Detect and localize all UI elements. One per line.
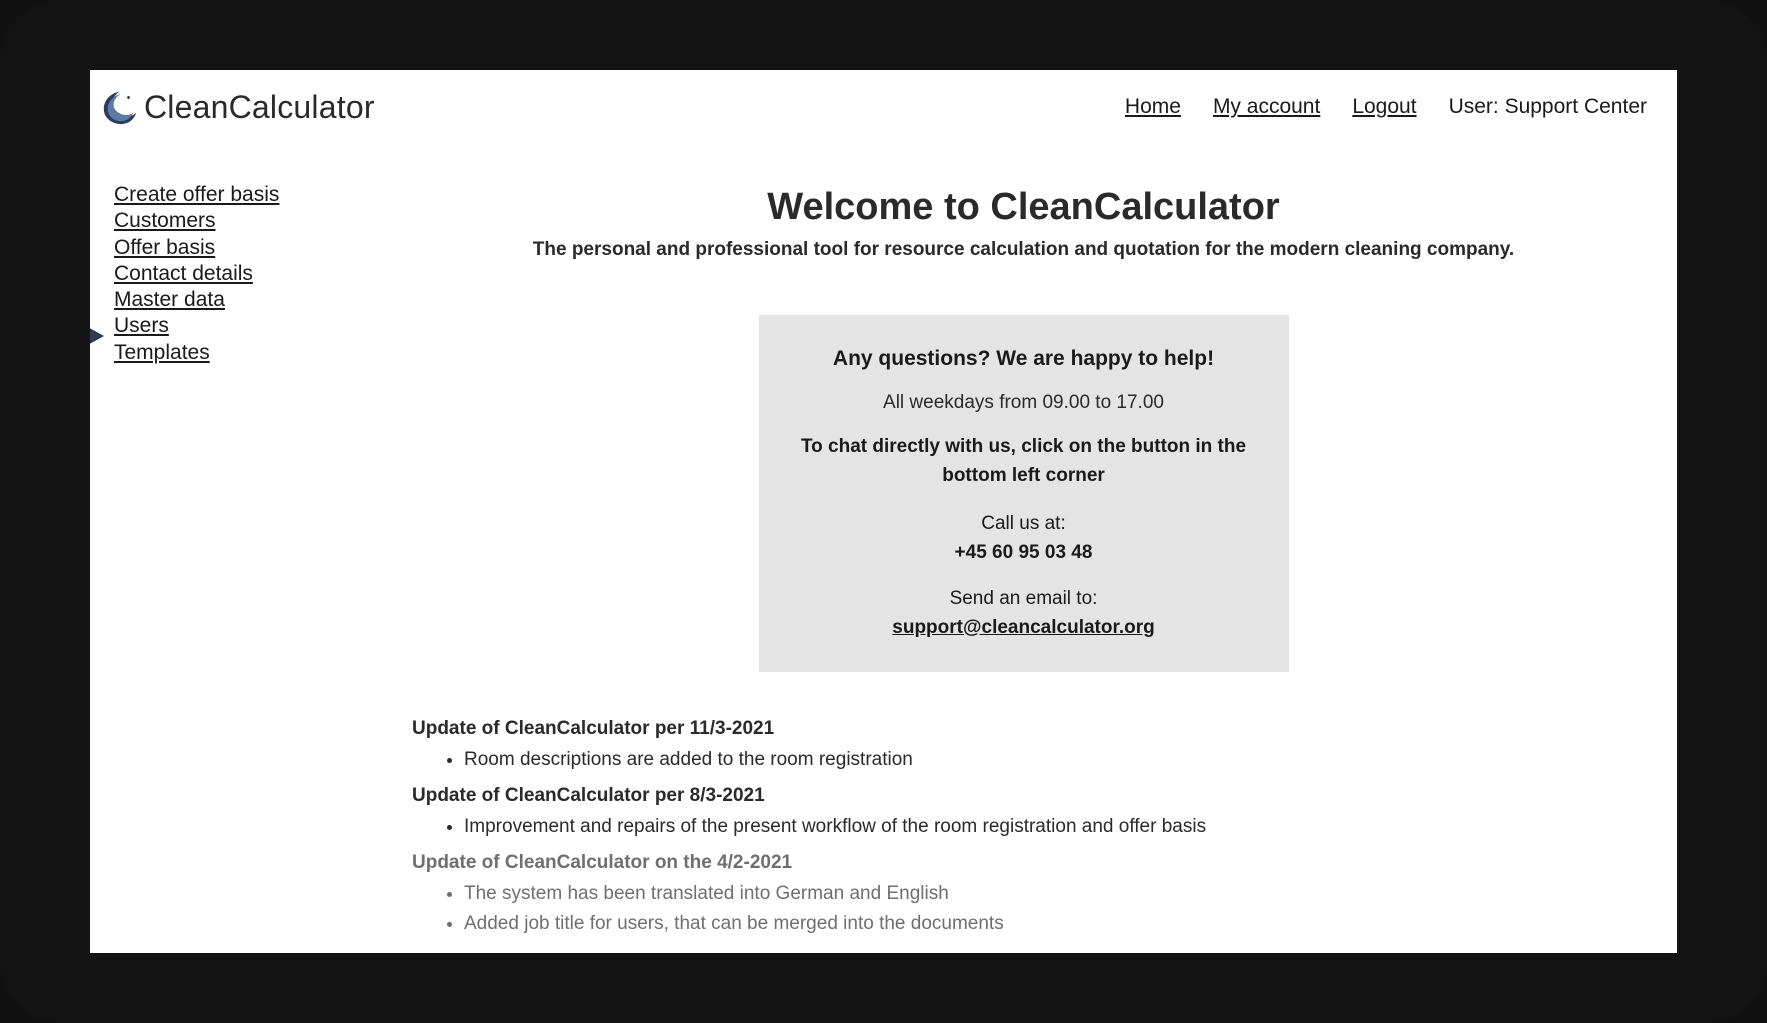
page-title: Welcome to CleanCalculator [410, 186, 1637, 229]
brand-logo-icon [100, 88, 138, 126]
help-hours: All weekdays from 09.00 to 17.00 [787, 389, 1261, 418]
sidebar-item-users[interactable]: Users [114, 313, 169, 339]
help-call-label: Call us at: [787, 510, 1261, 539]
main-content: Welcome to CleanCalculator The personal … [340, 182, 1677, 944]
help-email-link[interactable]: support@cleancalculator.org [892, 617, 1154, 638]
user-label: User: Support Center [1449, 95, 1647, 119]
updates-list: Update of CleanCalculator per 11/3-2021 … [410, 714, 1637, 938]
sidebar-item-contact-details[interactable]: Contact details [114, 261, 253, 287]
update-item: Added job title for users, that can be m… [464, 909, 1637, 938]
update-item: Improvement and repairs of the present w… [464, 812, 1637, 841]
sidebar: Create offer basis Customers Offer basis… [90, 182, 340, 944]
sidebar-item-master-data[interactable]: Master data [114, 287, 225, 313]
pointer-arrow-icon [90, 322, 106, 357]
sidebar-item-offer-basis[interactable]: Offer basis [114, 235, 215, 261]
help-box: Any questions? We are happy to help! All… [759, 315, 1289, 672]
help-heading: Any questions? We are happy to help! [787, 343, 1261, 375]
nav-home[interactable]: Home [1125, 95, 1181, 119]
sidebar-item-create-offer-basis[interactable]: Create offer basis [114, 182, 279, 208]
brand: CleanCalculator [100, 88, 375, 126]
sidebar-item-templates[interactable]: Templates [114, 340, 210, 366]
sidebar-item-customers[interactable]: Customers [114, 208, 216, 234]
top-nav: Home My account Logout User: Support Cen… [1125, 95, 1647, 119]
update-title: Update of CleanCalculator per 11/3-2021 [412, 714, 1637, 743]
help-chat-instruction: To chat directly with us, click on the b… [787, 433, 1261, 490]
help-email-label: Send an email to: [787, 585, 1261, 614]
nav-my-account[interactable]: My account [1213, 95, 1320, 119]
brand-name: CleanCalculator [144, 89, 375, 126]
topbar: CleanCalculator Home My account Logout U… [90, 70, 1677, 126]
update-item: Room descriptions are added to the room … [464, 745, 1637, 774]
nav-logout[interactable]: Logout [1352, 95, 1416, 119]
update-item: The system has been translated into Germ… [464, 879, 1637, 908]
update-title: Update of CleanCalculator on the 4/2-202… [412, 848, 1637, 877]
help-phone: +45 60 95 03 48 [787, 539, 1261, 568]
page-subtitle: The personal and professional tool for r… [410, 239, 1637, 261]
update-title: Update of CleanCalculator per 8/3-2021 [412, 781, 1637, 810]
